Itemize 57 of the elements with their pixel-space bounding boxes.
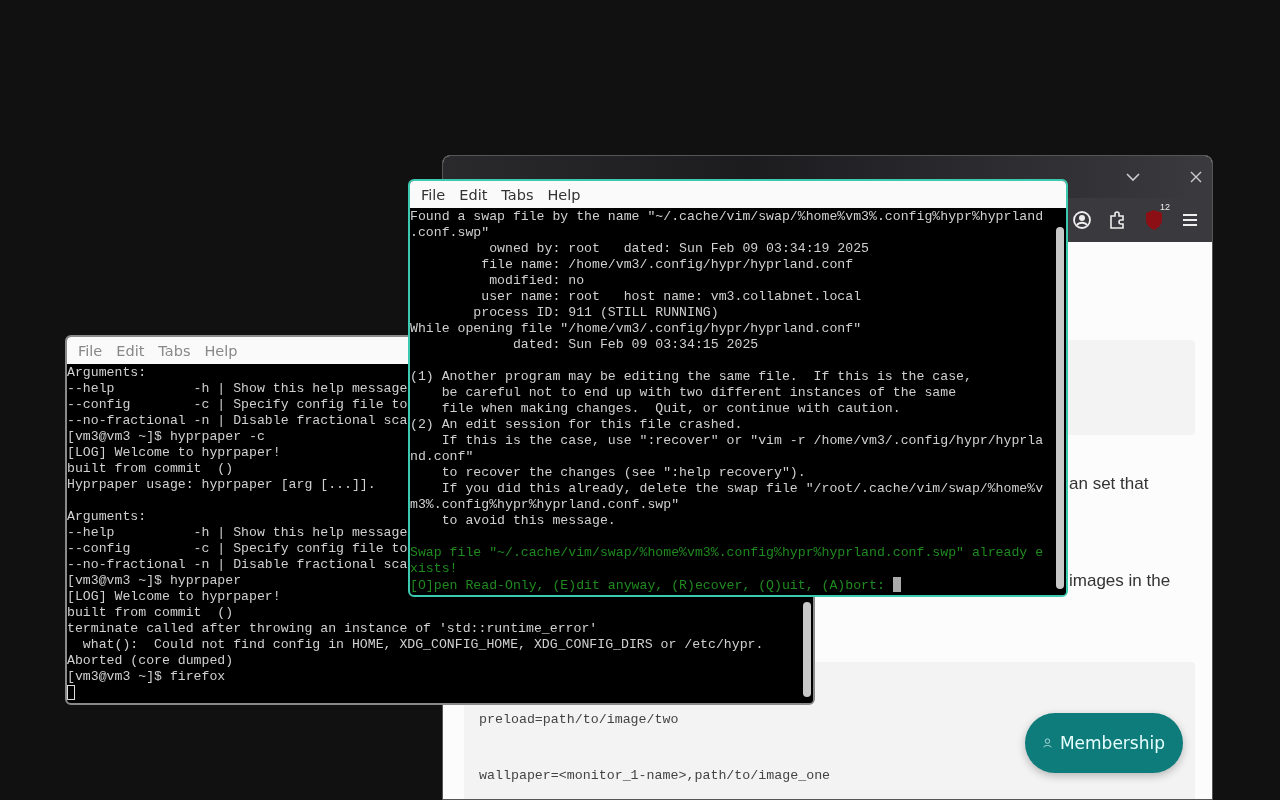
terminal-line: file when making changes. Quit, or continue with caution. [440, 401, 901, 416]
terminal-line: If you did this already, delete the swap file "/root/.cache/vim/swap/%home%v [440, 481, 1044, 496]
terminal-line: Aborted (core dumped) [67, 653, 234, 668]
menu-item[interactable]: File [71, 342, 110, 359]
terminal-line: [LOG] Welcome to hyprpaper! [67, 445, 281, 460]
terminal-line: --help -h | Show this help message [67, 381, 408, 396]
terminal-line: Arguments: [67, 509, 147, 524]
terminal-line: --no-fractional -n | Disable fractional sca [67, 413, 408, 428]
scrollbar-thumb[interactable] [1056, 227, 1064, 589]
terminal-line: Hyprpaper usage: hyprpaper [arg [...]]. [67, 477, 376, 492]
terminal-line: --config -c | Specify config file to [67, 541, 408, 556]
chevron-down-icon[interactable] [1126, 172, 1140, 182]
terminal-line: While opening file "/home/vm3/.config/hypr/hyprland.conf" [410, 321, 862, 336]
terminal-line: xists! [410, 561, 458, 576]
terminal-line: owned by: root dated: Sun Feb 09 03:34:19 2025 [488, 241, 869, 256]
terminal-line: be careful not to end up with two different instances of the same [440, 385, 957, 400]
terminal-line: built from commit () [67, 461, 234, 476]
terminal-line: Arguments: [67, 365, 147, 380]
terminal-line: --help -h | Show this help message [67, 525, 408, 540]
terminal-line: file name: /home/vm3/.config/hypr/hyprland.conf [480, 257, 854, 272]
membership-button[interactable]: Membership [1025, 713, 1183, 773]
account-icon[interactable] [1070, 208, 1094, 232]
terminal-line: m3%.config%hypr%hyprland.conf.swp" [410, 497, 680, 512]
menu-item[interactable]: Help [540, 186, 588, 203]
terminal-line: [vm3@vm3 ~]$ firefox [67, 669, 226, 684]
terminal-line: nd.conf" [410, 449, 474, 464]
menu-item[interactable]: Tabs [494, 186, 541, 203]
terminal-line: process ID: 911 (STILL RUNNING) [472, 305, 719, 320]
terminal-line: [vm3@vm3 ~]$ hyprpaper -c [67, 429, 265, 444]
terminal-line: built from commit () [67, 605, 234, 620]
terminal-line: --config -c | Specify config file to [67, 397, 408, 412]
terminal-line: --no-fractional -n | Disable fractional sca [67, 557, 408, 572]
scrollbar-thumb[interactable] [803, 602, 811, 697]
terminal-line: [vm3@vm3 ~]$ hyprpaper [67, 573, 242, 588]
terminal-line: dated: Sun Feb 09 03:34:15 2025 [511, 337, 759, 352]
close-icon[interactable] [1190, 171, 1202, 183]
terminal-line: .conf.swp" [410, 225, 490, 240]
menu-item[interactable]: Edit [452, 186, 495, 203]
article-text: images in the [1069, 570, 1171, 592]
terminal-line: terminate called after throwing an instance of 'std::runtime_error' [67, 621, 598, 636]
terminal-line: [LOG] Welcome to hyprpaper! [67, 589, 281, 604]
terminal-line: what(): Could not find config in HOME, XDG_CONFIG_HOME, XDG_CONFIG_DIRS or /etc/hypr. [81, 637, 764, 652]
terminal-line: Found a swap file by the name "~/.cache/vim/swap/%home%vm3%.config%hypr%hyprland [410, 209, 1044, 224]
terminal-line: (1) Another program may be editing the same file. If this is the case, [410, 369, 972, 384]
code-line: wallpaper=<monitor_1-name>,path/to/image_one [479, 767, 831, 785]
terminal-line: user name: root host name: vm3.collabnet.local [480, 289, 862, 304]
terminal-line: [O]pen Read-Only, (E)dit anyway, (R)ecover, (Q)uit, (A)bort: [410, 578, 886, 593]
terminal-line: to recover the changes (see ":help recovery"). [440, 465, 806, 480]
terminal-line: If this is the case, use ":recover" or "vim -r /home/vm3/.config/hypr/hyprla [440, 433, 1044, 448]
terminal-line: Swap file "~/.cache/vim/swap/%home%vm3%.config%hypr%hyprland.conf.swp" already e [410, 545, 1044, 560]
terminal-line: modified: no [488, 273, 585, 288]
terminal-line: (2) An edit session for this file crashed. [410, 417, 743, 432]
extension-count: 12 [1160, 202, 1170, 212]
menu-item[interactable]: File [414, 186, 453, 203]
terminal-line: to avoid this message. [440, 513, 616, 528]
article-text: an set that [1069, 473, 1149, 495]
code-line: preload=path/to/image/two [479, 711, 679, 729]
